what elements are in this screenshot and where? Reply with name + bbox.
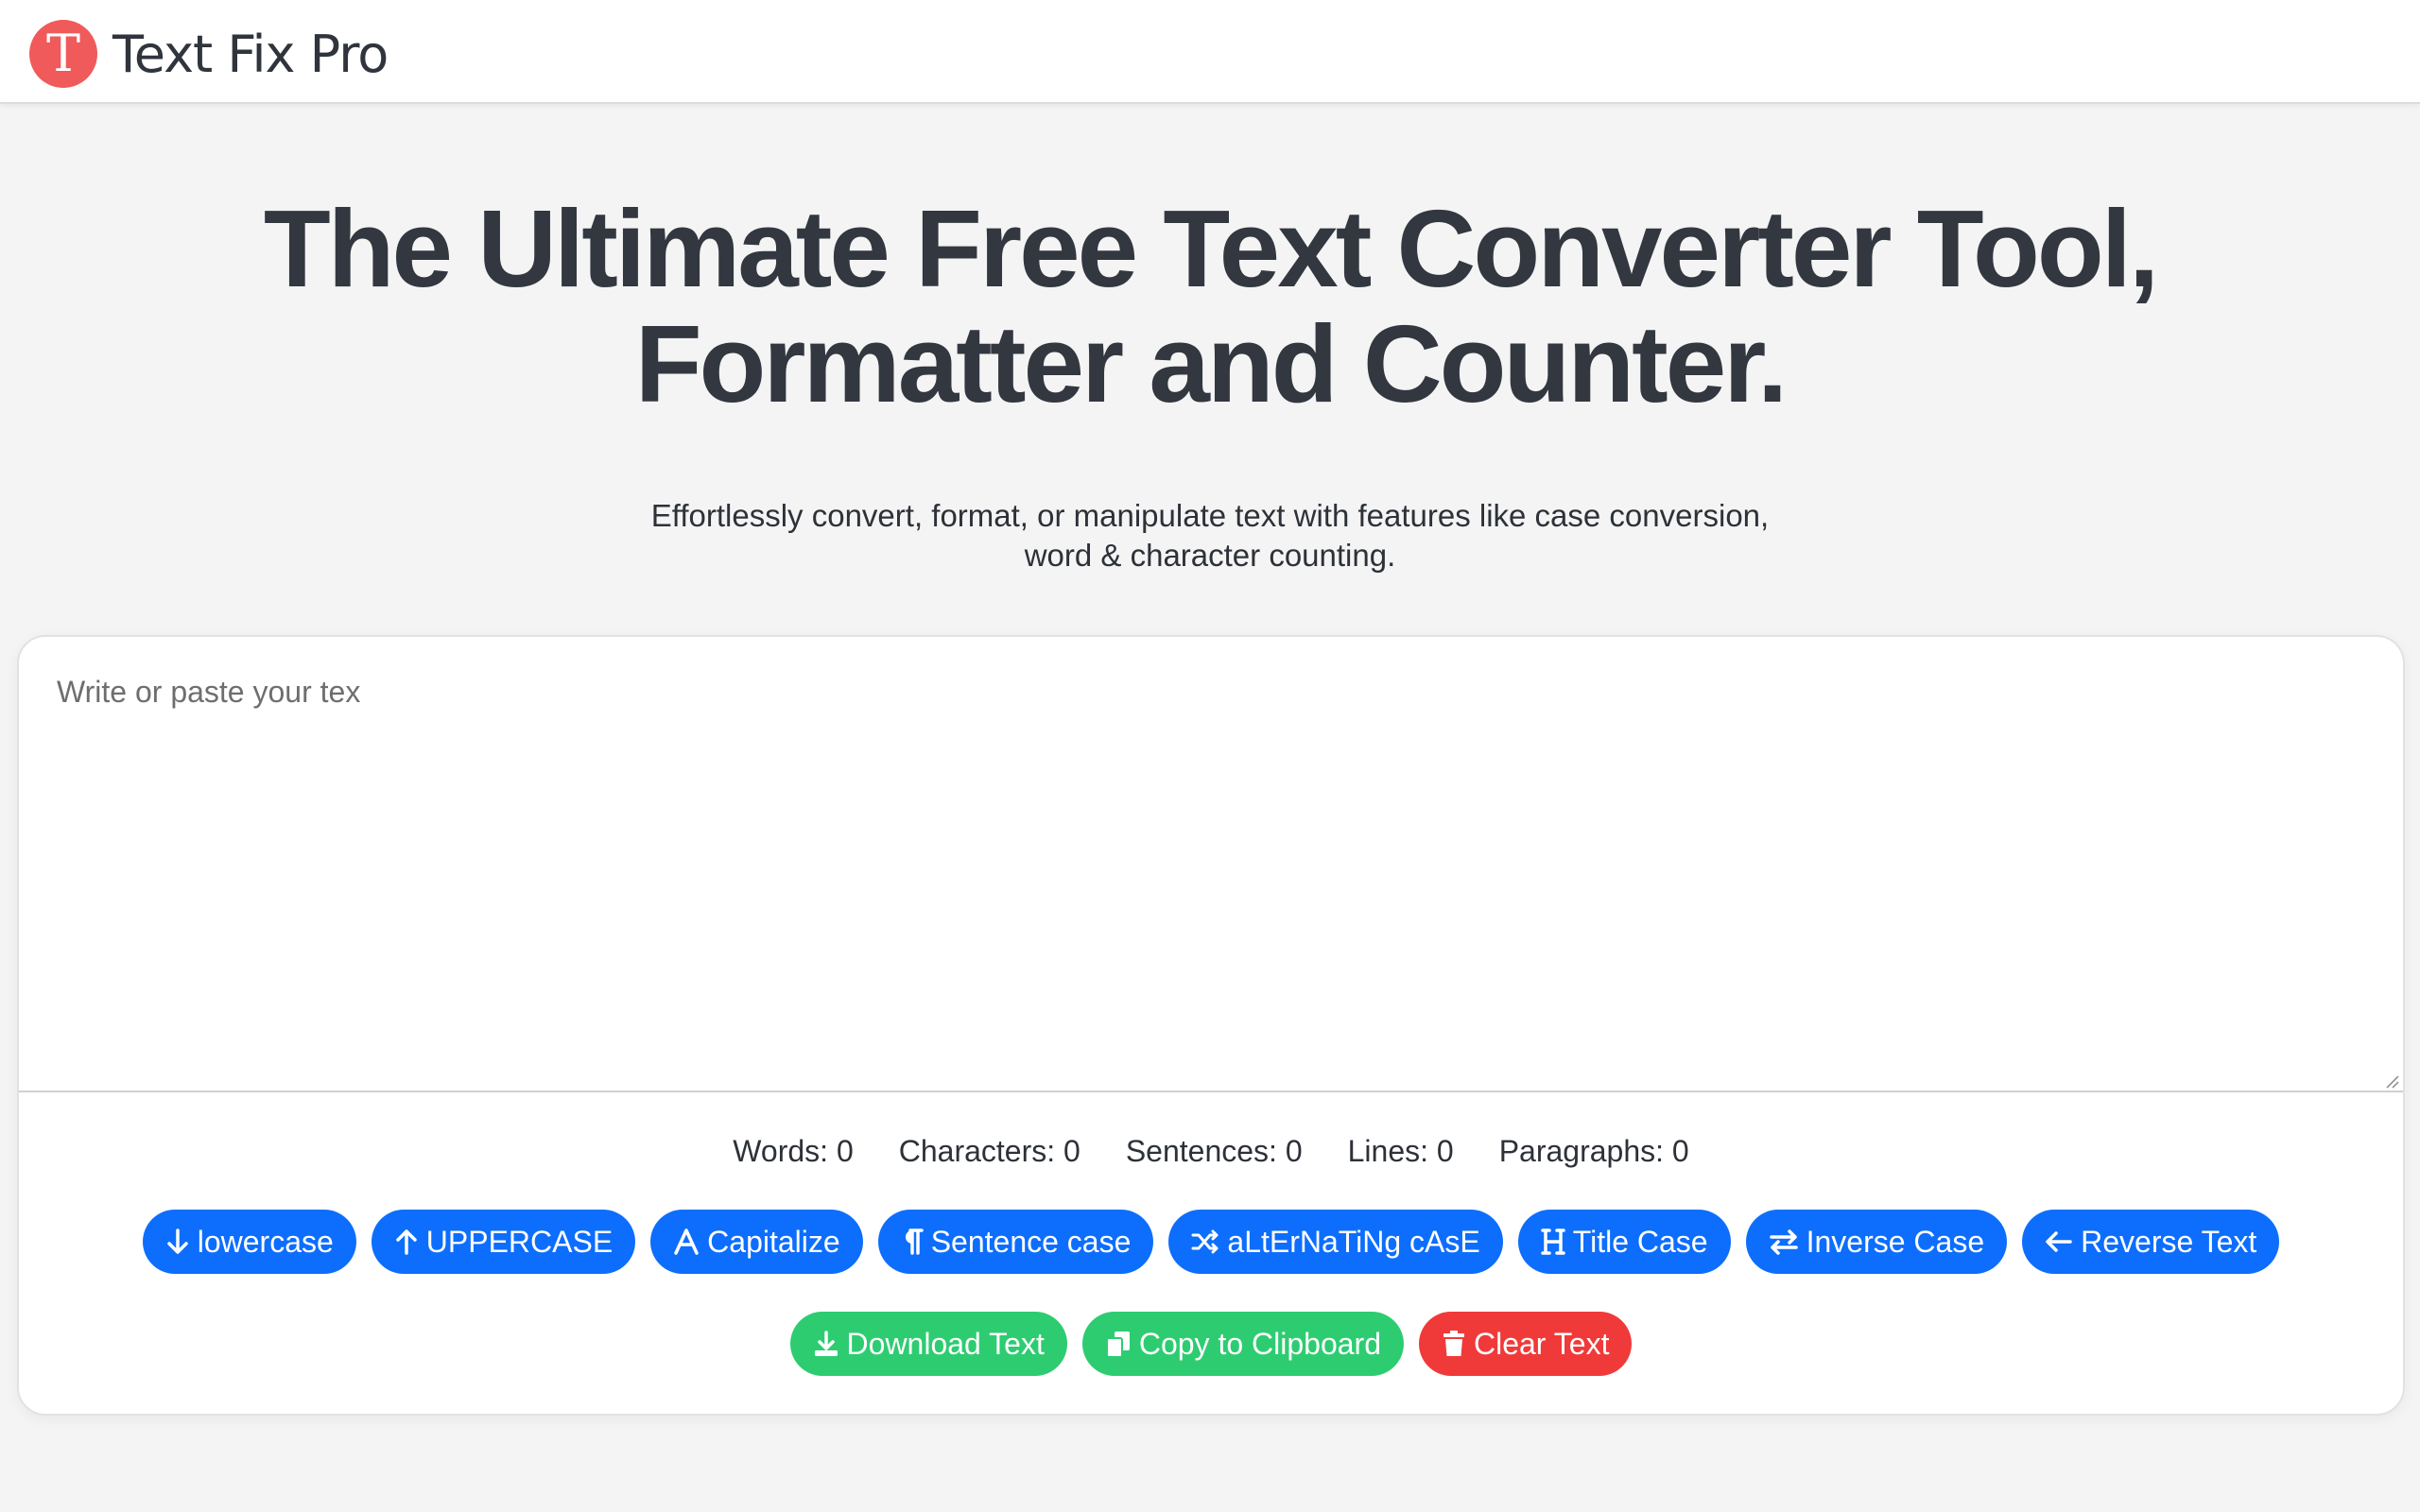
stat-sentences: Sentences: 0 (1125, 1134, 1303, 1168)
brand-link[interactable]: T Text Fix Pro (29, 20, 389, 88)
swap-arrows-icon (1769, 1228, 1799, 1255)
inverse-case-label: Inverse Case (1806, 1224, 1985, 1259)
heading-icon (1540, 1228, 1565, 1256)
stat-paragraphs: Paragraphs: 0 (1498, 1134, 1689, 1168)
text-stats: Words: 0 Characters: 0 Sentences: 0 Line… (19, 1134, 2403, 1169)
clear-text-label: Clear Text (1473, 1326, 1610, 1361)
shuffle-icon (1191, 1228, 1219, 1255)
download-text-label: Download Text (846, 1326, 1045, 1361)
copy-icon (1105, 1330, 1132, 1358)
text-input-area[interactable] (19, 637, 2403, 1092)
title-case-button[interactable]: Title Case (1517, 1210, 1731, 1274)
page-subtitle-line-1: Effortlessly convert, format, or manipul… (650, 498, 1770, 533)
page-title: The Ultimate Free Text Converter Tool, F… (0, 191, 2420, 421)
reverse-text-button[interactable]: Reverse Text (2022, 1210, 2280, 1274)
page-title-line-2: Formatter and Counter. (634, 302, 1789, 425)
alternating-case-button[interactable]: aLtErNaTiNg cAsE (1168, 1210, 1503, 1274)
sentence-case-label: Sentence case (930, 1224, 1132, 1259)
page-subtitle-line-2: word & character counting. (1024, 538, 1396, 573)
lowercase-button[interactable]: lowercase (142, 1210, 356, 1274)
clear-text-button[interactable]: Clear Text (1418, 1312, 1633, 1376)
capitalize-button[interactable]: Capitalize (650, 1210, 863, 1274)
sentence-case-button[interactable]: Sentence case (877, 1210, 1154, 1274)
trash-icon (1442, 1330, 1466, 1358)
arrow-down-icon (165, 1228, 190, 1256)
brand-name: Text Fix Pro (112, 24, 389, 84)
alternating-case-label: aLtErNaTiNg cAsE (1227, 1224, 1480, 1259)
resize-handle-icon[interactable] (2384, 1074, 2399, 1089)
uppercase-label: UPPERCASE (425, 1224, 614, 1259)
action-buttons: Download Text Copy to Clipboard Clear Te… (19, 1312, 2403, 1376)
case-conversion-buttons: lowercase UPPERCASE Capitalize Sentence … (19, 1210, 2403, 1274)
copy-to-clipboard-label: Copy to Clipboard (1138, 1326, 1381, 1361)
font-a-icon (673, 1228, 700, 1256)
capitalize-label: Capitalize (707, 1224, 840, 1259)
inverse-case-button[interactable]: Inverse Case (1745, 1210, 2008, 1274)
copy-to-clipboard-button[interactable]: Copy to Clipboard (1081, 1312, 1404, 1376)
arrow-left-icon (2045, 1229, 2073, 1254)
logo-letter: T (45, 24, 81, 83)
arrow-up-icon (394, 1228, 419, 1256)
lowercase-label: lowercase (197, 1224, 334, 1259)
download-icon (813, 1330, 839, 1358)
title-case-label: Title Case (1572, 1224, 1708, 1259)
converter-card: Words: 0 Characters: 0 Sentences: 0 Line… (17, 635, 2405, 1416)
download-text-button[interactable]: Download Text (789, 1312, 1067, 1376)
top-navbar: T Text Fix Pro (0, 0, 2420, 104)
uppercase-button[interactable]: UPPERCASE (371, 1210, 636, 1274)
stat-words: Words: 0 (733, 1134, 854, 1168)
reverse-text-label: Reverse Text (2081, 1224, 2257, 1259)
logo-icon: T (29, 20, 97, 88)
paragraph-icon (901, 1228, 924, 1256)
page-title-line-1: The Ultimate Free Text Converter Tool, (263, 187, 2159, 310)
page-subtitle: Effortlessly convert, format, or manipul… (0, 496, 2420, 576)
stat-characters: Characters: 0 (898, 1134, 1080, 1168)
stat-lines: Lines: 0 (1347, 1134, 1454, 1168)
